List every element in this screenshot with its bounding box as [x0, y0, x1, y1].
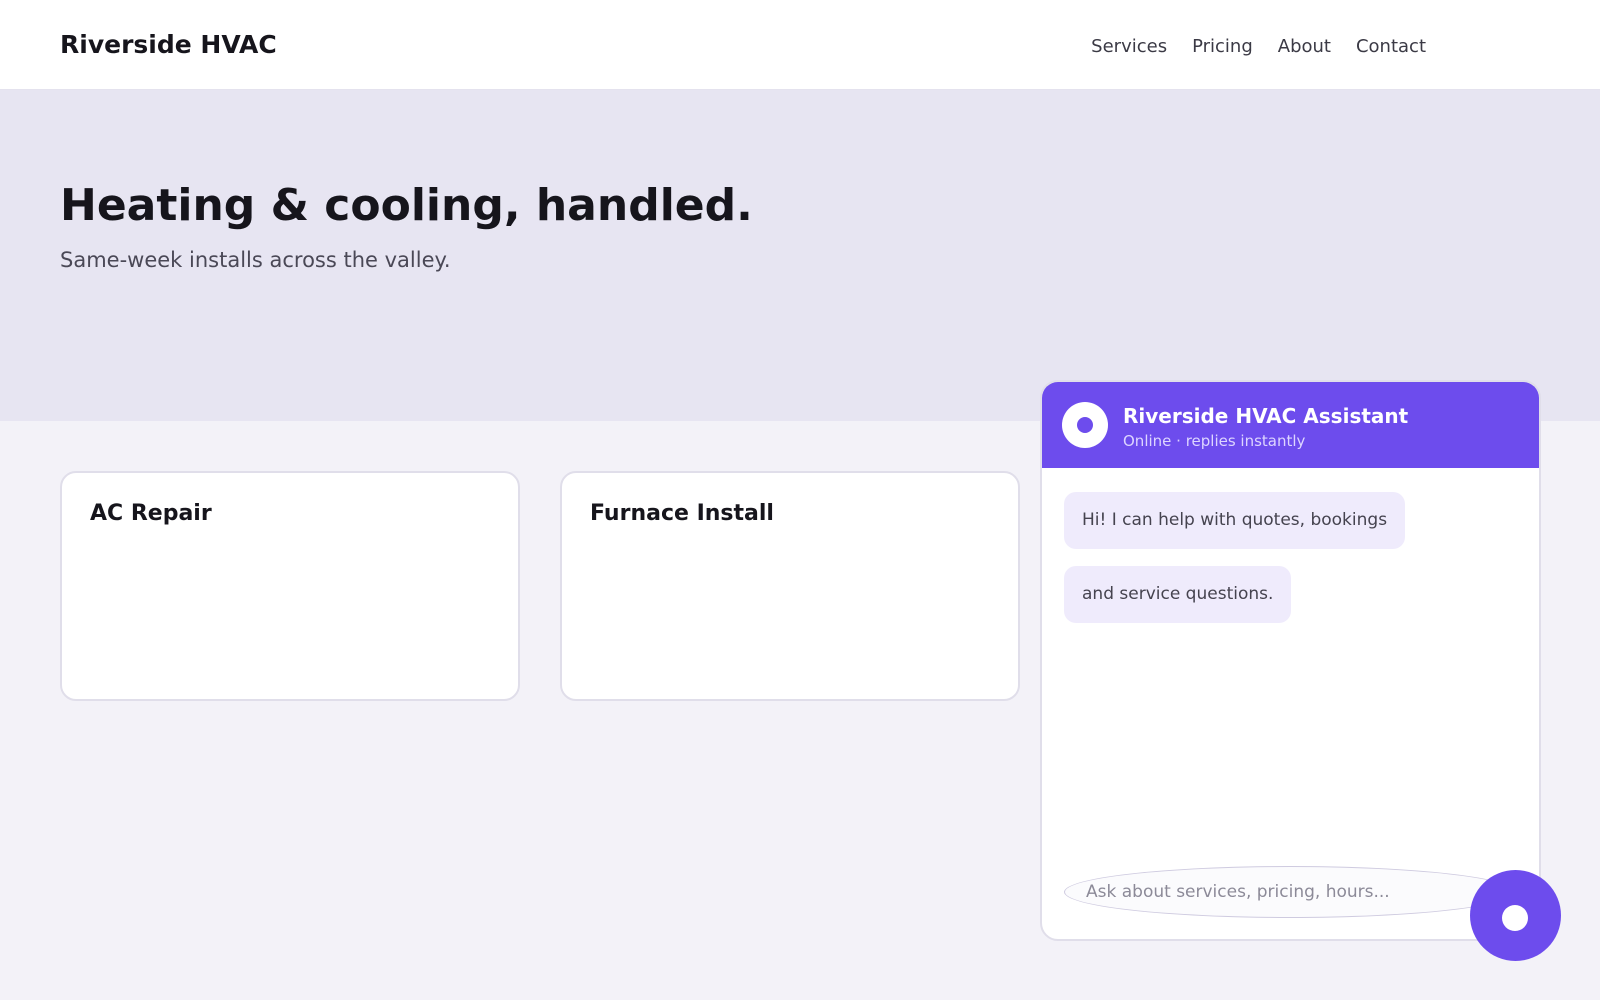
service-card-ac-repair[interactable]: AC Repair — [60, 471, 520, 701]
top-navigation-bar: Riverside HVAC Services Pricing About Co… — [0, 0, 1600, 90]
chat-launcher-icon — [1502, 905, 1528, 931]
nav-link-pricing[interactable]: Pricing — [1192, 36, 1253, 57]
chat-avatar-dot — [1077, 417, 1093, 433]
brand-logo-text[interactable]: Riverside HVAC — [60, 30, 277, 59]
chat-header: Riverside HVAC Assistant Online · replie… — [1042, 382, 1539, 468]
service-card-title: Furnace Install — [590, 501, 774, 526]
service-card-title: AC Repair — [90, 501, 212, 526]
nav-link-about[interactable]: About — [1278, 36, 1331, 57]
chat-message-input[interactable] — [1064, 866, 1516, 918]
chat-message-bubble: Hi! I can help with quotes, bookings — [1064, 492, 1406, 549]
chat-avatar-icon — [1062, 402, 1108, 448]
chat-widget: Riverside HVAC Assistant Online · replie… — [1040, 380, 1541, 941]
nav-link-contact[interactable]: Contact — [1356, 36, 1426, 57]
chat-launcher-button[interactable] — [1470, 870, 1561, 961]
chat-status-text: Online · replies instantly — [1123, 432, 1306, 450]
service-card-furnace-install[interactable]: Furnace Install — [560, 471, 1020, 701]
hero-title: Heating & cooling, handled. — [60, 180, 753, 231]
chat-message-bubble: and service questions. — [1064, 566, 1292, 623]
hero-section: Heating & cooling, handled. Same-week in… — [0, 90, 1600, 421]
nav-link-services[interactable]: Services — [1091, 36, 1167, 57]
chat-assistant-name: Riverside HVAC Assistant — [1123, 404, 1409, 428]
main-nav: Services Pricing About Contact — [1091, 36, 1426, 57]
hero-subtitle: Same-week installs across the valley. — [60, 248, 451, 272]
